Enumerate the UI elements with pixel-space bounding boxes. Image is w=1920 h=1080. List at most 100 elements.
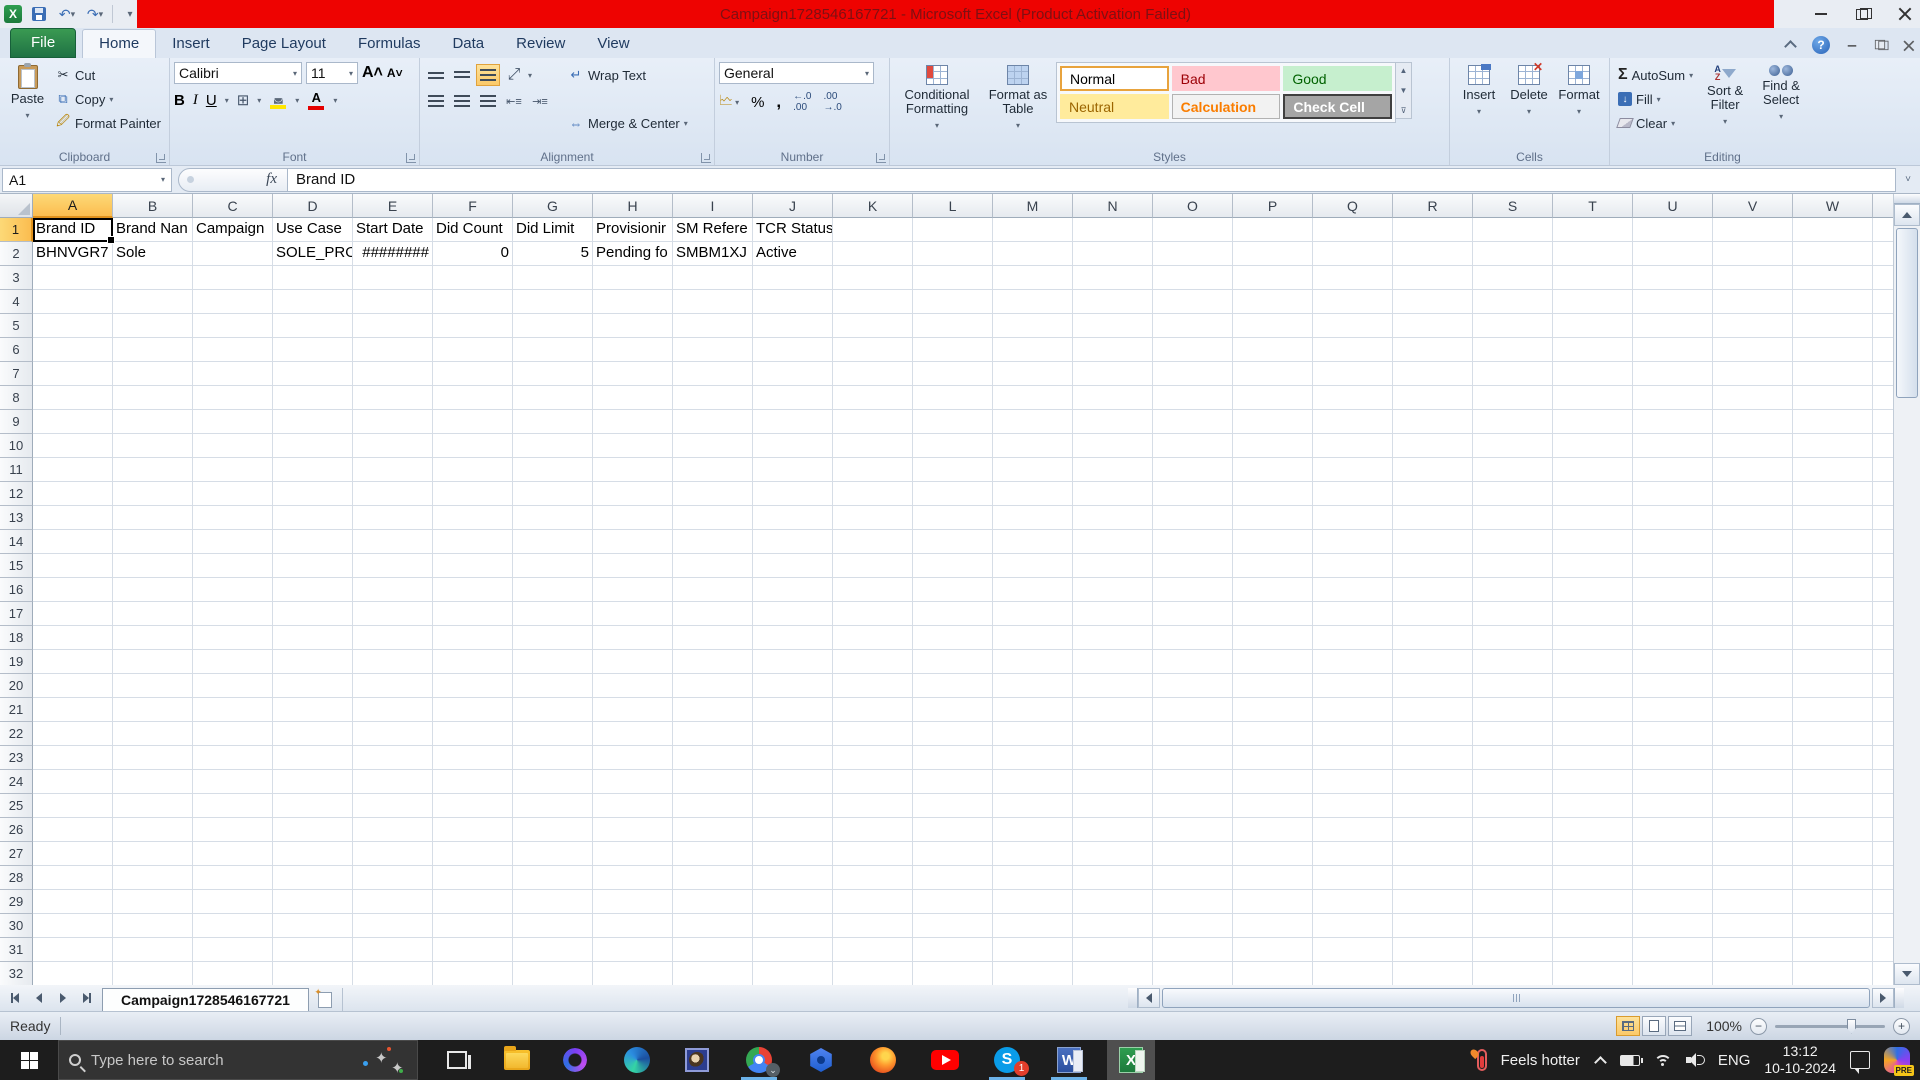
cell-K30[interactable] xyxy=(833,914,913,938)
cell-Q12[interactable] xyxy=(1313,482,1393,506)
cell-C9[interactable] xyxy=(193,410,273,434)
cell-R10[interactable] xyxy=(1393,434,1473,458)
cell-L21[interactable] xyxy=(913,698,993,722)
cell-U12[interactable] xyxy=(1633,482,1713,506)
cell-B13[interactable] xyxy=(113,506,193,530)
cell-M11[interactable] xyxy=(993,458,1073,482)
cell-F29[interactable] xyxy=(433,890,513,914)
conditional-formatting-button[interactable]: Conditional Formatting▾ xyxy=(894,62,980,147)
cell-F20[interactable] xyxy=(433,674,513,698)
cell-partial[interactable] xyxy=(1873,410,1893,434)
cell-F10[interactable] xyxy=(433,434,513,458)
insert-function-button[interactable]: fx xyxy=(178,168,288,192)
cell-H2[interactable]: Pending fo xyxy=(593,242,673,266)
cell-B6[interactable] xyxy=(113,338,193,362)
cell-U2[interactable] xyxy=(1633,242,1713,266)
cell-C12[interactable] xyxy=(193,482,273,506)
cell-R9[interactable] xyxy=(1393,410,1473,434)
decrease-indent-button[interactable]: ⇤≡ xyxy=(502,90,526,112)
cell-J3[interactable] xyxy=(753,266,833,290)
row-header-4[interactable]: 4 xyxy=(0,290,33,314)
cell-F21[interactable] xyxy=(433,698,513,722)
cell-C13[interactable] xyxy=(193,506,273,530)
cell-R13[interactable] xyxy=(1393,506,1473,530)
cell-A20[interactable] xyxy=(33,674,113,698)
cell-U11[interactable] xyxy=(1633,458,1713,482)
cell-I8[interactable] xyxy=(673,386,753,410)
cell-B30[interactable] xyxy=(113,914,193,938)
cell-I4[interactable] xyxy=(673,290,753,314)
cell-partial[interactable] xyxy=(1873,482,1893,506)
tab-formulas[interactable]: Formulas xyxy=(342,30,437,58)
column-header-R[interactable]: R xyxy=(1393,194,1473,218)
cell-E17[interactable] xyxy=(353,602,433,626)
cell-R16[interactable] xyxy=(1393,578,1473,602)
cell-J28[interactable] xyxy=(753,866,833,890)
align-top-button[interactable] xyxy=(424,64,448,86)
cell-partial[interactable] xyxy=(1873,362,1893,386)
cell-P4[interactable] xyxy=(1233,290,1313,314)
column-header-T[interactable]: T xyxy=(1553,194,1633,218)
cell-T10[interactable] xyxy=(1553,434,1633,458)
cell-V13[interactable] xyxy=(1713,506,1793,530)
cell-F25[interactable] xyxy=(433,794,513,818)
cell-W27[interactable] xyxy=(1793,842,1873,866)
cell-J10[interactable] xyxy=(753,434,833,458)
undo-button[interactable]: ↶▾ xyxy=(56,3,78,25)
cell-K28[interactable] xyxy=(833,866,913,890)
cell-R19[interactable] xyxy=(1393,650,1473,674)
cell-T28[interactable] xyxy=(1553,866,1633,890)
zoom-out-button[interactable]: − xyxy=(1750,1018,1767,1035)
cell-K12[interactable] xyxy=(833,482,913,506)
save-button[interactable] xyxy=(28,3,50,25)
cell-F8[interactable] xyxy=(433,386,513,410)
cell-L23[interactable] xyxy=(913,746,993,770)
cell-H12[interactable] xyxy=(593,482,673,506)
cell-F30[interactable] xyxy=(433,914,513,938)
copy-button[interactable]: ⧉Copy▾ xyxy=(51,88,165,110)
cell-P3[interactable] xyxy=(1233,266,1313,290)
cell-B4[interactable] xyxy=(113,290,193,314)
cell-Q18[interactable] xyxy=(1313,626,1393,650)
workbook-close-button[interactable] xyxy=(1903,41,1913,50)
cell-A6[interactable] xyxy=(33,338,113,362)
cell-W23[interactable] xyxy=(1793,746,1873,770)
cell-N10[interactable] xyxy=(1073,434,1153,458)
cell-E8[interactable] xyxy=(353,386,433,410)
cell-J27[interactable] xyxy=(753,842,833,866)
formula-bar-expand-icon[interactable]: ˅ xyxy=(1896,174,1920,185)
merge-center-button[interactable]: ⇔Merge & Center▾ xyxy=(564,112,692,134)
horizontal-scrollbar[interactable] xyxy=(1128,988,1904,1008)
cell-E4[interactable] xyxy=(353,290,433,314)
remote-desktop-button[interactable] xyxy=(797,1040,845,1080)
cell-D29[interactable] xyxy=(273,890,353,914)
cell-A32[interactable] xyxy=(33,962,113,985)
scroll-left-button[interactable] xyxy=(1138,988,1160,1008)
cell-D23[interactable] xyxy=(273,746,353,770)
cell-A12[interactable] xyxy=(33,482,113,506)
cell-partial[interactable] xyxy=(1873,962,1893,985)
cell-F17[interactable] xyxy=(433,602,513,626)
align-middle-button[interactable] xyxy=(450,64,474,86)
cell-R5[interactable] xyxy=(1393,314,1473,338)
cell-H24[interactable] xyxy=(593,770,673,794)
cell-G2[interactable]: 5 xyxy=(513,242,593,266)
cell-M7[interactable] xyxy=(993,362,1073,386)
cell-G6[interactable] xyxy=(513,338,593,362)
cell-I15[interactable] xyxy=(673,554,753,578)
cell-E26[interactable] xyxy=(353,818,433,842)
cell-N19[interactable] xyxy=(1073,650,1153,674)
font-dialog-launcher[interactable] xyxy=(406,153,416,163)
cell-P19[interactable] xyxy=(1233,650,1313,674)
cell-D22[interactable] xyxy=(273,722,353,746)
cell-O25[interactable] xyxy=(1153,794,1233,818)
increase-decimal-button[interactable]: ←.0.00 xyxy=(793,91,811,113)
cell-E5[interactable] xyxy=(353,314,433,338)
cell-L10[interactable] xyxy=(913,434,993,458)
cell-P12[interactable] xyxy=(1233,482,1313,506)
cell-T21[interactable] xyxy=(1553,698,1633,722)
cell-Q2[interactable] xyxy=(1313,242,1393,266)
cell-J8[interactable] xyxy=(753,386,833,410)
cell-L29[interactable] xyxy=(913,890,993,914)
cell-I17[interactable] xyxy=(673,602,753,626)
